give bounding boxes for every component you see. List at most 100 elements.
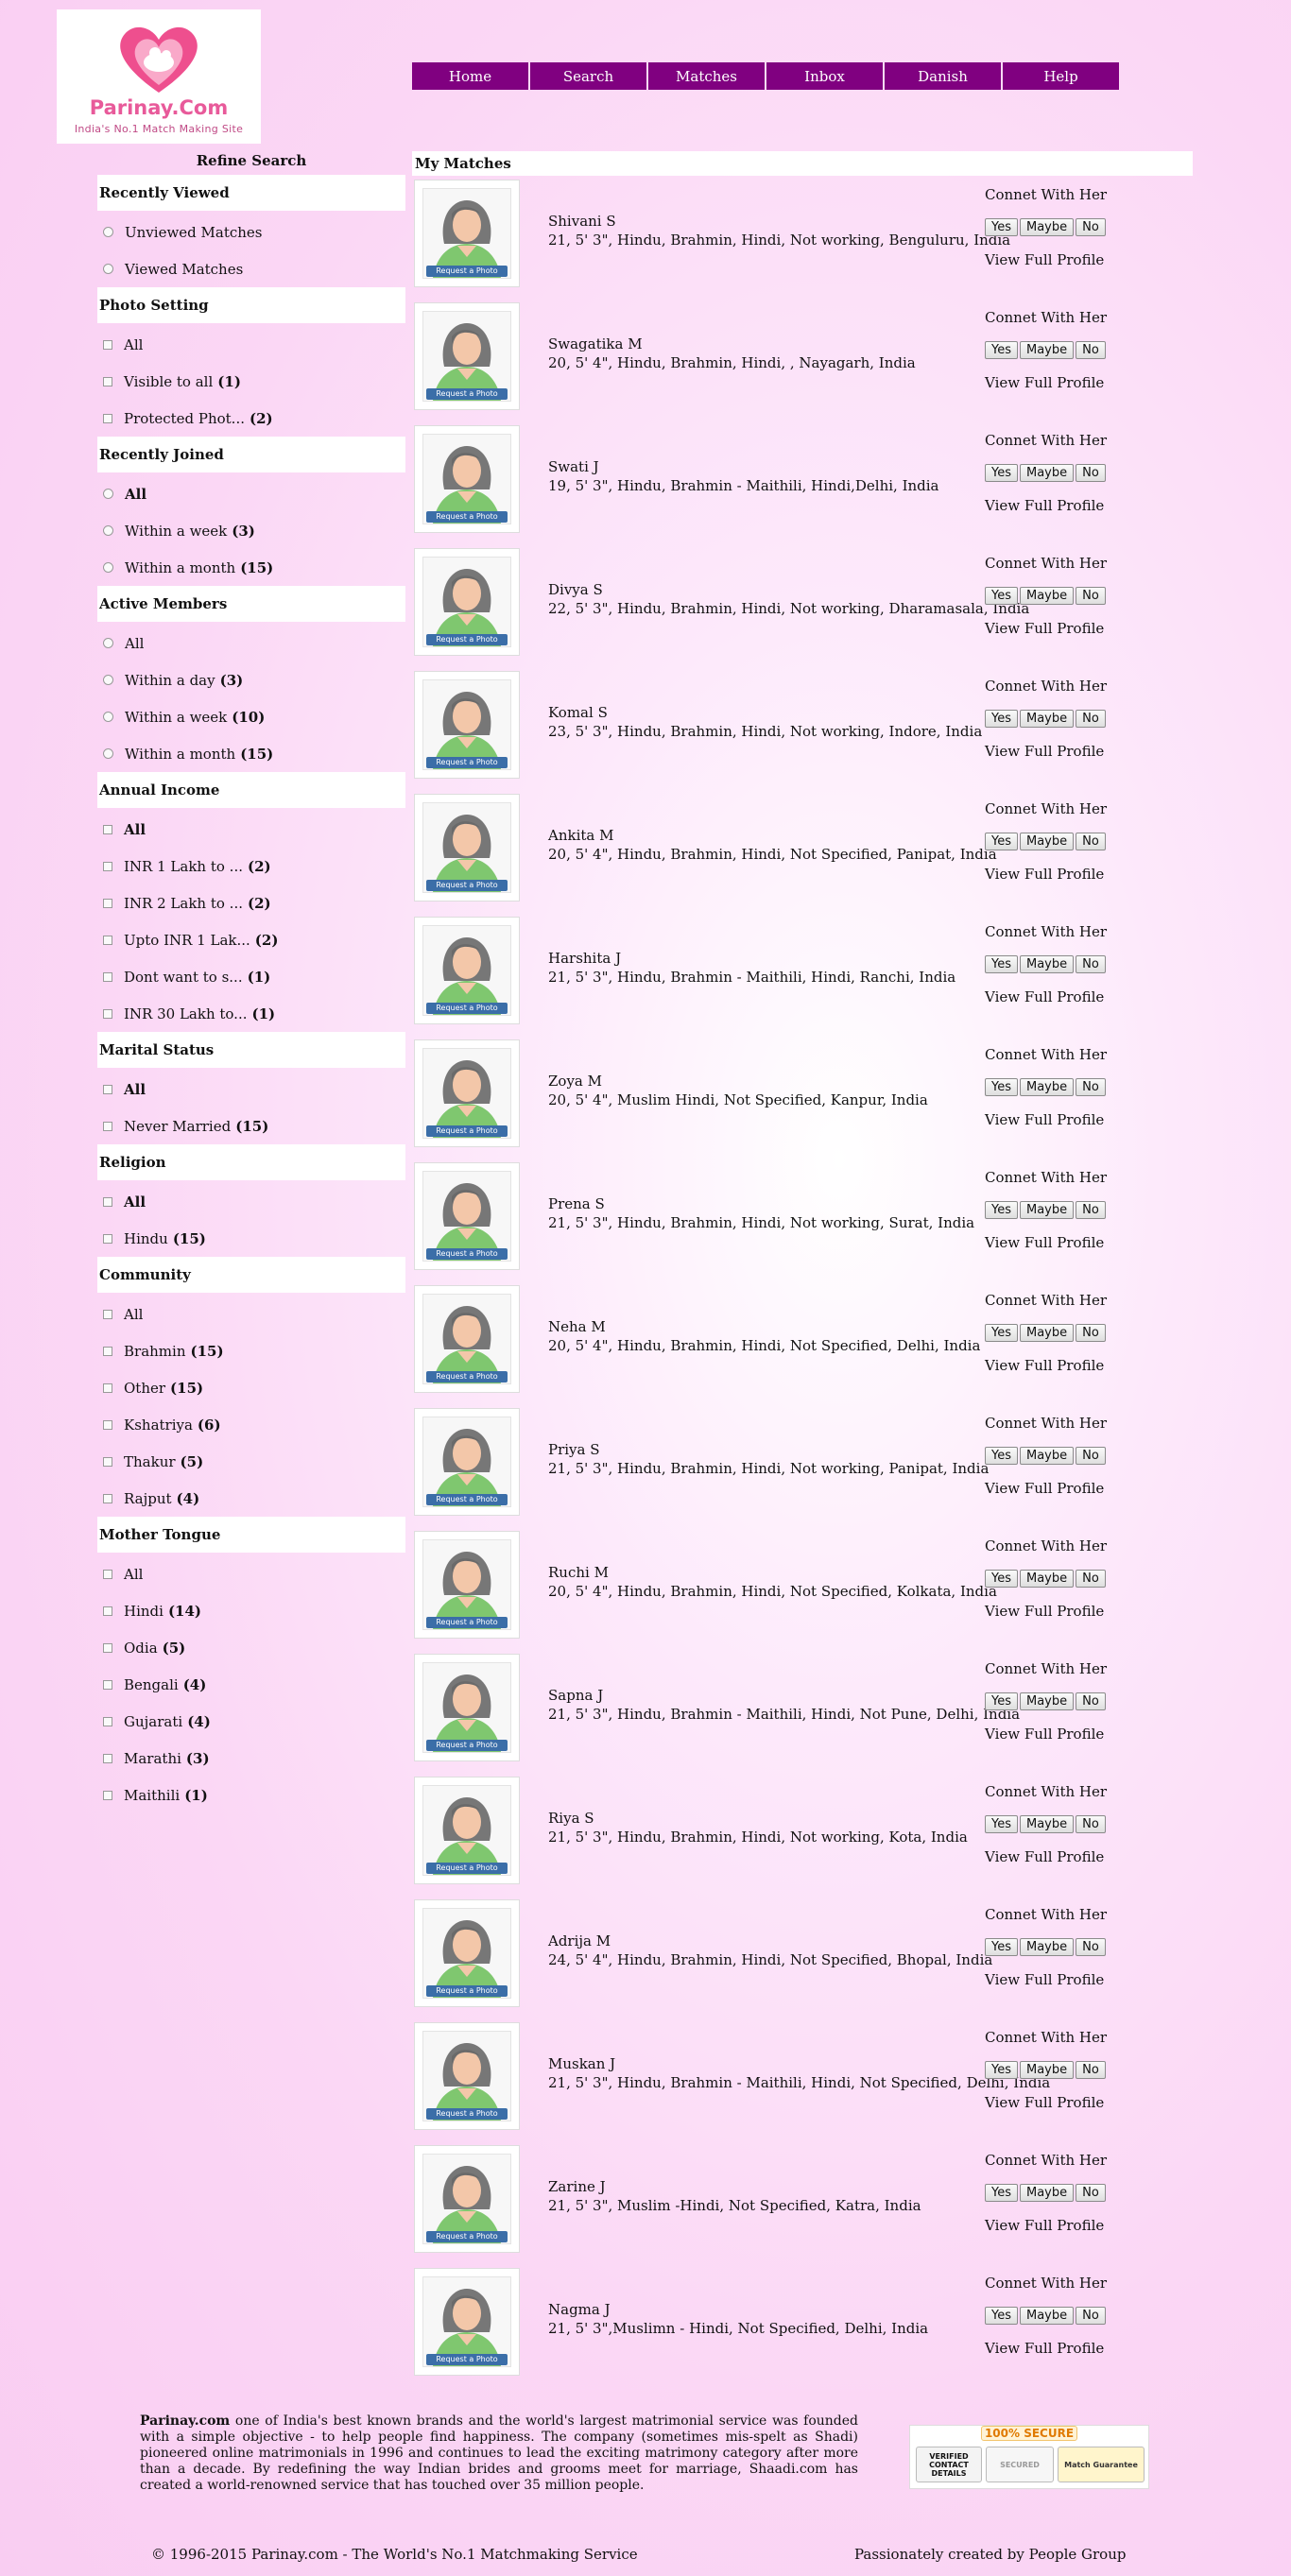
checkbox[interactable] (103, 898, 112, 908)
checkbox[interactable] (103, 1679, 112, 1690)
view-full-profile-link[interactable]: View Full Profile (985, 496, 1174, 515)
filter-option[interactable]: All (97, 1296, 405, 1332)
maybe-button[interactable]: Maybe (1020, 1815, 1075, 1833)
filter-option[interactable]: Dont want to s... (1) (97, 958, 405, 995)
profile-photo[interactable]: Request a Photo (414, 1162, 520, 1270)
filter-option[interactable]: All (97, 1071, 405, 1108)
match-name[interactable]: Riya S (548, 1809, 968, 1828)
yes-button[interactable]: Yes (985, 1692, 1018, 1710)
match-name[interactable]: Zarine J (548, 2177, 921, 2196)
request-photo-button[interactable]: Request a Photo (426, 1863, 508, 1874)
checkbox[interactable] (103, 376, 112, 386)
match-name[interactable]: Harshita J (548, 949, 955, 968)
request-photo-button[interactable]: Request a Photo (426, 1617, 508, 1628)
yes-button[interactable]: Yes (985, 2184, 1018, 2202)
yes-button[interactable]: Yes (985, 1570, 1018, 1588)
filter-option[interactable]: Within a week (10) (97, 698, 405, 735)
checkbox[interactable] (103, 1569, 112, 1579)
radio-button[interactable] (103, 638, 113, 648)
match-name[interactable]: Komal S (548, 703, 982, 722)
request-photo-button[interactable]: Request a Photo (426, 1740, 508, 1751)
checkbox[interactable] (103, 1642, 112, 1653)
view-full-profile-link[interactable]: View Full Profile (985, 250, 1174, 269)
checkbox[interactable] (103, 1084, 112, 1094)
yes-button[interactable]: Yes (985, 2307, 1018, 2325)
match-name[interactable]: Muskan J (548, 2054, 1050, 2073)
radio-button[interactable] (103, 748, 113, 759)
view-full-profile-link[interactable]: View Full Profile (985, 987, 1174, 1006)
checkbox[interactable] (103, 861, 112, 871)
yes-button[interactable]: Yes (985, 464, 1018, 482)
maybe-button[interactable]: Maybe (1020, 464, 1075, 482)
view-full-profile-link[interactable]: View Full Profile (985, 619, 1174, 638)
yes-button[interactable]: Yes (985, 1815, 1018, 1833)
request-photo-button[interactable]: Request a Photo (426, 1371, 508, 1382)
checkbox[interactable] (103, 1382, 112, 1393)
maybe-button[interactable]: Maybe (1020, 1692, 1075, 1710)
profile-photo[interactable]: Request a Photo (414, 794, 520, 902)
match-name[interactable]: Adrija M (548, 1932, 992, 1950)
maybe-button[interactable]: Maybe (1020, 1201, 1075, 1219)
maybe-button[interactable]: Maybe (1020, 587, 1075, 605)
filter-option[interactable]: Visible to all (1) (97, 363, 405, 400)
checkbox[interactable] (103, 1309, 112, 1319)
no-button[interactable]: No (1076, 2307, 1106, 2325)
yes-button[interactable]: Yes (985, 833, 1018, 850)
yes-button[interactable]: Yes (985, 587, 1018, 605)
checkbox[interactable] (103, 935, 112, 945)
request-photo-button[interactable]: Request a Photo (426, 2231, 508, 2242)
no-button[interactable]: No (1076, 1570, 1106, 1588)
match-name[interactable]: Swati J (548, 457, 939, 476)
checkbox[interactable] (103, 971, 112, 982)
filter-option[interactable]: Hindu (15) (97, 1220, 405, 1257)
checkbox[interactable] (103, 413, 112, 423)
profile-photo[interactable]: Request a Photo (414, 917, 520, 1024)
filter-option[interactable]: Protected Phot... (2) (97, 400, 405, 437)
filter-option[interactable]: Odia (5) (97, 1629, 405, 1666)
no-button[interactable]: No (1076, 218, 1106, 236)
no-button[interactable]: No (1076, 1447, 1106, 1465)
checkbox[interactable] (103, 1716, 112, 1726)
profile-photo[interactable]: Request a Photo (414, 2145, 520, 2253)
yes-button[interactable]: Yes (985, 2061, 1018, 2079)
view-full-profile-link[interactable]: View Full Profile (985, 1602, 1174, 1621)
filter-option[interactable]: Within a day (3) (97, 661, 405, 698)
profile-photo[interactable]: Request a Photo (414, 1531, 520, 1639)
request-photo-button[interactable]: Request a Photo (426, 2108, 508, 2120)
profile-photo[interactable]: Request a Photo (414, 2022, 520, 2130)
maybe-button[interactable]: Maybe (1020, 2307, 1075, 2325)
filter-option[interactable]: Rajput (4) (97, 1480, 405, 1517)
match-name[interactable]: Zoya M (548, 1072, 928, 1091)
profile-photo[interactable]: Request a Photo (414, 1408, 520, 1516)
no-button[interactable]: No (1076, 1815, 1106, 1833)
view-full-profile-link[interactable]: View Full Profile (985, 2216, 1174, 2235)
maybe-button[interactable]: Maybe (1020, 2184, 1075, 2202)
view-full-profile-link[interactable]: View Full Profile (985, 1847, 1174, 1866)
checkbox[interactable] (103, 339, 112, 350)
filter-option[interactable]: Viewed Matches (97, 250, 405, 287)
no-button[interactable]: No (1076, 1692, 1106, 1710)
checkbox[interactable] (103, 1456, 112, 1467)
maybe-button[interactable]: Maybe (1020, 218, 1075, 236)
match-name[interactable]: Shivani S (548, 212, 1010, 231)
profile-photo[interactable]: Request a Photo (414, 671, 520, 779)
filter-option[interactable]: Other (15) (97, 1369, 405, 1406)
request-photo-button[interactable]: Request a Photo (426, 1003, 508, 1014)
yes-button[interactable]: Yes (985, 1324, 1018, 1342)
checkbox[interactable] (103, 824, 112, 834)
filter-option[interactable]: Never Married (15) (97, 1108, 405, 1144)
filter-option[interactable]: All (97, 811, 405, 848)
request-photo-button[interactable]: Request a Photo (426, 266, 508, 277)
no-button[interactable]: No (1076, 1324, 1106, 1342)
match-name[interactable]: Prena S (548, 1194, 974, 1213)
radio-button[interactable] (103, 675, 113, 685)
filter-option[interactable]: INR 30 Lakh to... (1) (97, 995, 405, 1032)
filter-option[interactable]: Gujarati (4) (97, 1703, 405, 1740)
match-name[interactable]: Ruchi M (548, 1563, 997, 1582)
checkbox[interactable] (103, 1753, 112, 1763)
no-button[interactable]: No (1076, 464, 1106, 482)
nav-danish[interactable]: Danish (885, 62, 1001, 90)
request-photo-button[interactable]: Request a Photo (426, 1985, 508, 1997)
no-button[interactable]: No (1076, 2184, 1106, 2202)
profile-photo[interactable]: Request a Photo (414, 302, 520, 410)
